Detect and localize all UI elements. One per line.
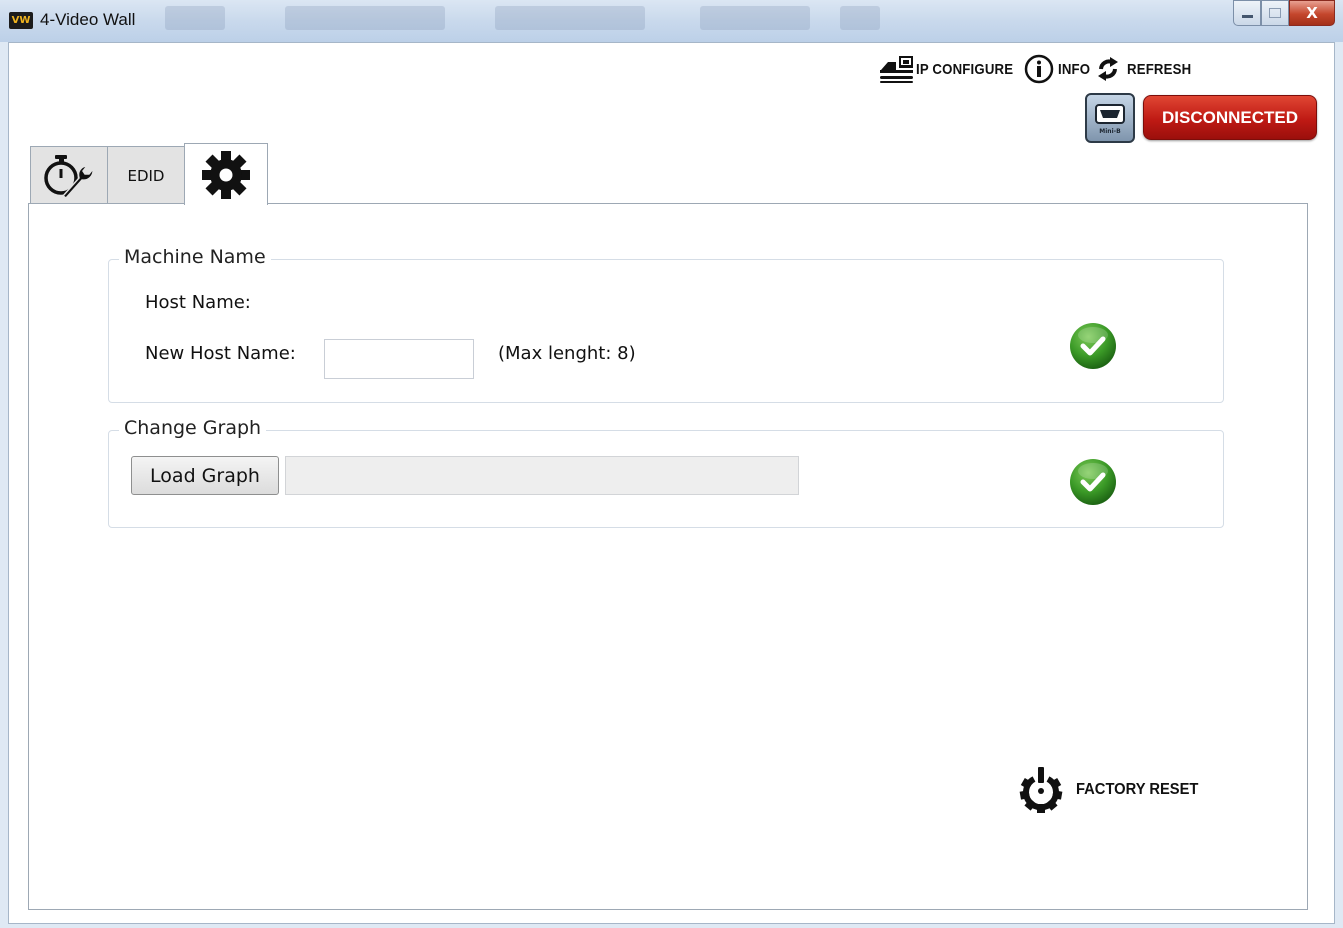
titlebar-blur <box>840 6 880 30</box>
info-label: INFO <box>1058 60 1091 78</box>
minimize-icon <box>1241 14 1253 18</box>
window-title: 4-Video Wall <box>40 10 136 29</box>
graph-file-path-field[interactable] <box>285 456 799 495</box>
titlebar-blur <box>495 6 645 30</box>
refresh-button[interactable]: REFRESH <box>1089 54 1200 84</box>
close-button[interactable]: X <box>1289 0 1335 26</box>
titlebar-blur <box>285 6 445 30</box>
refresh-label: REFRESH <box>1127 60 1192 78</box>
load-graph-button[interactable]: Load Graph <box>131 456 279 495</box>
new-host-name-label: New Host Name: <box>145 343 296 364</box>
maximize-icon <box>1269 8 1281 18</box>
apply-host-name-button[interactable] <box>1068 321 1118 371</box>
ip-configure-label: IP CONFIGURE <box>916 60 1014 78</box>
checkmark-icon <box>1070 459 1116 505</box>
machine-name-group: Machine Name <box>108 246 1224 403</box>
minimize-button[interactable] <box>1233 0 1261 26</box>
window-controls: X <box>1233 0 1335 28</box>
titlebar-blur <box>165 6 225 30</box>
gear-icon <box>202 150 250 199</box>
factory-reset-label: FACTORY RESET <box>1076 781 1199 798</box>
new-host-name-input[interactable] <box>324 339 474 379</box>
usb-port-label: Mini-B <box>1099 128 1121 135</box>
tab-timer[interactable] <box>30 146 108 204</box>
power-gear-icon <box>1019 767 1063 813</box>
close-icon: X <box>1306 4 1318 22</box>
ip-configure-button[interactable]: IP CONFIGURE <box>878 54 1026 84</box>
factory-reset-button[interactable]: FACTORY RESET <box>1016 765 1209 815</box>
timer-wrench-icon <box>44 154 94 199</box>
usb-port-icon: Mini-B <box>1095 104 1125 135</box>
info-button[interactable]: INFO <box>1020 54 1095 84</box>
info-circle-icon <box>1020 54 1058 84</box>
checkmark-icon <box>1070 323 1116 369</box>
max-length-note: (Max lenght: 8) <box>498 343 636 364</box>
apply-graph-button[interactable] <box>1068 457 1118 507</box>
refresh-icon <box>1089 54 1127 84</box>
connection-status-button[interactable]: DISCONNECTED <box>1143 95 1317 140</box>
change-graph-legend: Change Graph <box>119 417 267 439</box>
titlebar-blur <box>700 6 810 30</box>
machine-name-legend: Machine Name <box>119 246 271 268</box>
host-name-label: Host Name: <box>145 292 251 313</box>
top-actions: IP CONFIGURE INFO REFRESH <box>878 52 1200 86</box>
app-logo: VW <box>9 12 33 29</box>
usb-connection-indicator: Mini-B <box>1085 93 1135 143</box>
tab-edid[interactable]: EDID <box>107 146 185 204</box>
network-config-icon <box>878 54 916 84</box>
window-titlebar: VW 4-Video Wall X <box>0 0 1343 42</box>
tab-settings[interactable] <box>184 143 268 205</box>
tab-edid-label: EDID <box>127 166 165 185</box>
maximize-button[interactable] <box>1261 0 1289 26</box>
